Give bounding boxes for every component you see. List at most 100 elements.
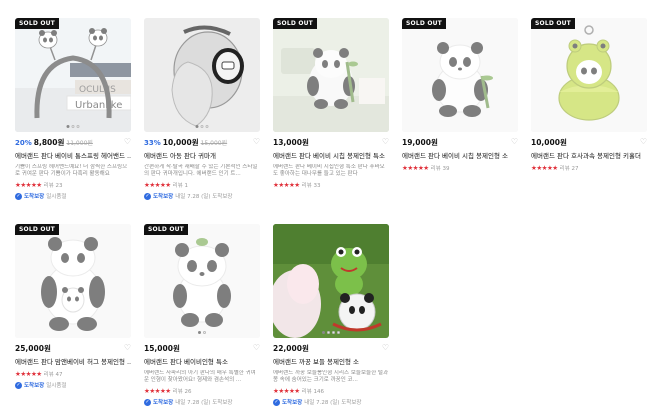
delivery-tags: ✓ 도착보장 일시품절 [15,381,131,389]
sale-price: 15,000원 [144,344,180,353]
star-rating-icon: ★★★★★ [402,164,429,172]
original-price: 15,000원 [200,140,228,147]
sold-out-overlay [144,224,260,338]
delivery-date: 내일 7.28 (일) 도착보장 [304,400,362,406]
discount-rate: 20% [15,139,32,147]
sold-out-overlay [273,18,389,132]
product-name[interactable]: 에버랜드 판다 베이비 통스프링 헤어밴드 ... [15,152,131,161]
price-row: 33% 10,000원 15,000원 ♡ [144,137,260,148]
delivery-tags: ✓ 도착보장 내일 7.28 (일) 도착보장 [273,398,389,406]
sold-out-badge: SOLD OUT [144,224,188,235]
product-image[interactable]: SOLD OUT [144,224,260,338]
wishlist-heart-icon[interactable]: ♡ [382,137,389,147]
carousel-dot[interactable] [332,331,335,334]
review-count: 리뷰 47 [43,372,63,378]
delivery-guarantee-label: 도착보장 [153,194,174,200]
rating-row: ★★★★★ 리뷰 1 [144,181,260,189]
image-carousel-dots[interactable] [66,125,80,128]
product-image[interactable] [273,224,389,338]
carousel-dot[interactable] [71,125,75,128]
discount-rate: 33% [144,139,161,147]
kkakkung-plush-photo [273,224,389,338]
product-name[interactable]: 에버랜드 판다 베이비 시칩 봉제인형 소 [402,152,518,161]
wishlist-heart-icon[interactable]: ♡ [640,137,647,147]
delivery-guarantee-icon: ✓ [144,192,151,200]
product-card[interactable]: SOLD OUT 15,000원 ♡ 에버랜드 판다 베이비인형 특소 에버랜드… [144,224,260,406]
delivery-guarantee-icon: ✓ [15,381,22,389]
product-card[interactable]: 33% 10,000원 15,000원 ♡ 에버랜드 아동 판다 귀마개 간편하… [144,18,260,200]
wishlist-heart-icon[interactable]: ♡ [124,343,131,353]
carousel-dot[interactable] [337,331,340,334]
rating-row: ★★★★★ 리뷰 27 [531,164,647,172]
carousel-dot[interactable] [205,125,209,128]
star-rating-icon: ★★★★★ [15,181,42,189]
carousel-dot[interactable] [203,331,206,334]
product-description: 에버랜드 까꿍 보들봉인형 시리즈 보들보들한 털과 몽 속에 숨어있는 크기로… [273,370,389,383]
product-card[interactable]: SOLD OUT 10,000원 ♡ 에버랜드 판다 호사과속 봉제인형 키홀더… [531,18,647,172]
sold-out-overlay [531,18,647,132]
product-name[interactable]: 에버랜드 판다 맘앤베이비 허그 봉제인형 ... [15,358,131,367]
star-rating-icon: ★★★★★ [531,164,558,172]
wishlist-heart-icon[interactable]: ♡ [382,343,389,353]
product-name[interactable]: 에버랜드 아동 판다 귀마개 [144,152,260,161]
wishlist-heart-icon[interactable]: ♡ [253,137,260,147]
product-image[interactable]: SOLD OUT [531,18,647,132]
earmuff-photo [144,18,260,132]
product-name[interactable]: 에버랜드 판다 베이비 시칩 봉제인형 특소 [273,152,389,161]
stock-status: 일시품절 [46,383,67,389]
image-carousel-dots[interactable] [195,125,209,128]
wishlist-heart-icon[interactable]: ♡ [124,137,131,147]
price-row: 10,000원 ♡ [531,137,647,148]
rating-row: ★★★★★ 리뷰 146 [273,387,389,395]
product-image[interactable]: SOLD OUT [15,224,131,338]
rating-row: ★★★★★ 리뷰 39 [402,164,518,172]
sold-out-badge: SOLD OUT [531,18,575,29]
sold-out-overlay [15,18,131,132]
carousel-dot[interactable] [76,125,80,128]
product-image[interactable]: SOLD OUT [402,18,518,132]
price-row: 22,000원 ♡ [273,343,389,354]
price-row: 19,000원 ♡ [402,137,518,148]
wishlist-heart-icon[interactable]: ♡ [253,343,260,353]
star-rating-icon: ★★★★★ [144,387,171,395]
delivery-tags: ✓ 도착보장 일시품절 [15,192,131,200]
sold-out-overlay [15,224,131,338]
delivery-tags: ✓ 도착보장 내일 7.28 (일) 도착보장 [144,398,260,406]
product-card[interactable]: SOLD OUT 25,000원 ♡ 에버랜드 판다 맘앤베이비 허그 봉제인형… [15,224,131,389]
wishlist-heart-icon[interactable]: ♡ [511,137,518,147]
star-rating-icon: ★★★★★ [273,387,300,395]
product-image[interactable] [144,18,260,132]
carousel-dot[interactable] [198,331,201,334]
carousel-dot[interactable] [66,125,70,128]
product-card[interactable]: SOLD OUT 13,000원 ♡ 에버랜드 판다 베이비 시칩 봉제인형 특… [273,18,389,189]
product-image[interactable]: SOLD OUT [273,18,389,132]
product-card[interactable]: 22,000원 ♡ 에버랜드 까꿍 보들 봉제인형 소 에버랜드 까꿍 보들봉인… [273,224,389,406]
delivery-guarantee-icon: ✓ [144,398,151,406]
product-name[interactable]: 에버랜드 까꿍 보들 봉제인형 소 [273,358,389,367]
delivery-guarantee-label: 도착보장 [24,194,45,200]
rating-row: ★★★★★ 리뷰 23 [15,181,131,189]
stock-status: 일시품절 [46,194,67,200]
product-description: 에버랜드 판다 베이비 시칩인형 특소 판다 푸바오도 좋아하는 대나무를 들고… [273,164,385,177]
image-carousel-dots[interactable] [322,331,340,334]
product-name[interactable]: 에버랜드 판다 베이비인형 특소 [144,358,260,367]
sold-out-badge: SOLD OUT [15,224,59,235]
product-image[interactable]: OCULUS Urbanlike SOLD OUT [15,18,131,132]
delivery-guarantee-icon: ✓ [15,192,22,200]
review-count: 리뷰 26 [172,389,192,395]
delivery-date: 내일 7.28 (일) 도착보장 [175,194,233,200]
carousel-dot[interactable] [327,331,330,334]
carousel-dot[interactable] [200,125,204,128]
star-rating-icon: ★★★★★ [144,181,171,189]
product-card[interactable]: OCULUS Urbanlike SOLD OUT 20% 8,800원 11,… [15,18,131,200]
image-carousel-dots[interactable] [198,331,206,334]
product-name[interactable]: 에버랜드 판다 호사과속 봉제인형 키홀더 [531,152,647,161]
star-rating-icon: ★★★★★ [15,370,42,378]
price-row: 15,000원 ♡ [144,343,260,354]
review-count: 리뷰 33 [301,183,321,189]
delivery-date: 내일 7.28 (일) 도착보장 [175,400,233,406]
delivery-guarantee-icon: ✓ [273,398,280,406]
carousel-dot[interactable] [322,331,325,334]
carousel-dot[interactable] [195,125,199,128]
product-card[interactable]: SOLD OUT 19,000원 ♡ 에버랜드 판다 베이비 시칩 봉제인형 소… [402,18,518,172]
